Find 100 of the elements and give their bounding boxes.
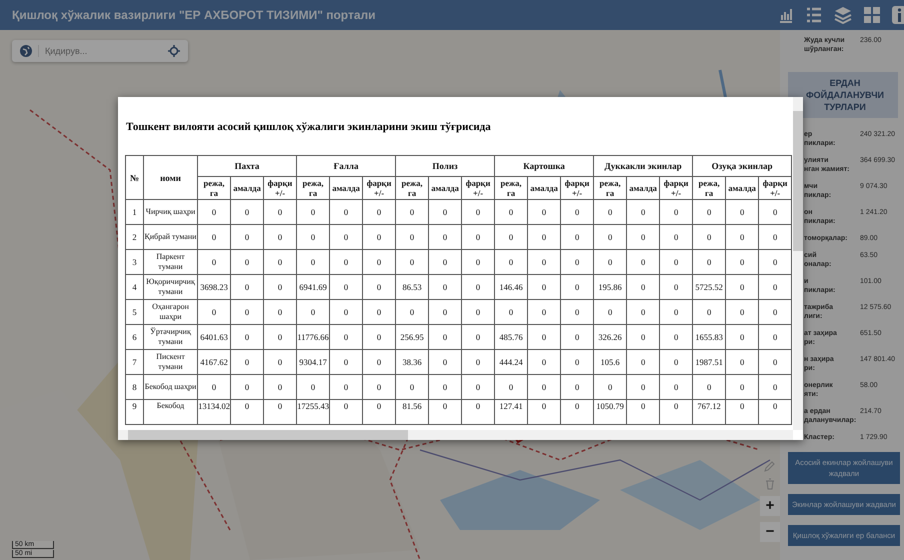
table-cell: 4167.62 <box>198 350 230 374</box>
table-cell: 0 <box>560 274 594 300</box>
table-cell: 0 <box>330 274 363 300</box>
scrollbar[interactable] <box>793 97 803 430</box>
table-cell: 0 <box>494 300 528 324</box>
table-cell: 0 <box>660 274 693 300</box>
table-cell: Пискент тумани <box>144 350 198 374</box>
table-cell: 0 <box>560 300 594 324</box>
table-cell: 0 <box>264 374 297 400</box>
table-cell: 0 <box>296 200 330 224</box>
table-cell: 0 <box>264 200 297 224</box>
table-cell: 0 <box>462 350 495 374</box>
list-icon[interactable] <box>806 6 822 24</box>
column-header: номи <box>144 156 198 200</box>
table-cell: 0 <box>428 374 462 400</box>
column-header: амалда <box>726 176 759 200</box>
table-cell: 0 <box>560 400 594 424</box>
table-cell: 0 <box>264 324 297 350</box>
grid-icon[interactable] <box>864 7 880 23</box>
table-cell: 195.86 <box>594 274 627 300</box>
table-cell: 0 <box>264 224 297 250</box>
table-cell: 0 <box>462 224 495 250</box>
table-cell: 0 <box>528 200 561 224</box>
edit-icon[interactable] <box>764 460 776 472</box>
table-cell: Ўртачирчиқ тумани <box>144 324 198 350</box>
table-cell: Оҳангарон шаҳри <box>144 300 198 324</box>
panel-heading: ЕРДАН ФОЙДАЛАНУВЧИ ТУРЛАРИ <box>788 72 898 118</box>
group-header: Дуккакли экинлар <box>594 156 693 176</box>
group-header: Картошка <box>494 156 594 176</box>
table-cell: 0 <box>264 350 297 374</box>
table-cell: 0 <box>626 250 660 274</box>
table-cell: 0 <box>198 200 230 224</box>
column-header: амалда <box>626 176 660 200</box>
table-cell: 38.36 <box>396 350 429 374</box>
column-header: режа, га <box>594 176 627 200</box>
table-cell: Чирчиқ шаҳри <box>144 200 198 224</box>
table-cell: 0 <box>758 324 792 350</box>
table-cell: 5 <box>126 300 144 324</box>
table-cell: 0 <box>528 400 561 424</box>
globe-icon[interactable] <box>20 45 32 57</box>
table-cell: 0 <box>230 250 264 274</box>
chart-icon[interactable] <box>778 6 794 24</box>
zoom-out-button[interactable]: − <box>760 522 780 542</box>
table-cell: 0 <box>428 274 462 300</box>
table-cell: 6 <box>126 324 144 350</box>
column-header: амалда <box>330 176 363 200</box>
table-cell: 0 <box>330 300 363 324</box>
table-cell: 0 <box>396 374 429 400</box>
table-cell: 6941.69 <box>296 274 330 300</box>
group-header: Ғалла <box>296 156 396 176</box>
table-cell: 0 <box>626 300 660 324</box>
table-cell: 0 <box>660 350 693 374</box>
table-cell: 0 <box>726 274 759 300</box>
table-cell: 1 <box>126 200 144 224</box>
table-cell: 0 <box>528 324 561 350</box>
table-cell: 0 <box>560 200 594 224</box>
table-cell: 0 <box>362 350 396 374</box>
column-header: амалда <box>528 176 561 200</box>
table-cell: 0 <box>428 324 462 350</box>
table-cell: 0 <box>330 200 363 224</box>
table-cell: 0 <box>660 374 693 400</box>
table-cell: 0 <box>560 250 594 274</box>
table-cell: 0 <box>528 300 561 324</box>
scrollbar[interactable] <box>118 430 793 440</box>
column-header: амалда <box>428 176 462 200</box>
table-cell: 0 <box>560 324 594 350</box>
table-cell: 0 <box>330 350 363 374</box>
table-cell: 0 <box>462 200 495 224</box>
layers-icon[interactable] <box>834 6 852 24</box>
search-bar[interactable]: Қидирув... <box>12 40 188 62</box>
table-cell: 0 <box>330 400 363 424</box>
table-cell: 0 <box>692 224 726 250</box>
table-cell: 0 <box>264 250 297 274</box>
table-cell: 0 <box>626 224 660 250</box>
table-cell: 0 <box>462 274 495 300</box>
table-cell: Юқоричирчиқ тумани <box>144 274 198 300</box>
table-cell: 0 <box>198 374 230 400</box>
table-cell: 0 <box>660 324 693 350</box>
column-header: режа, га <box>494 176 528 200</box>
column-header: режа, га <box>296 176 330 200</box>
table-cell: 0 <box>396 200 429 224</box>
table-cell: 0 <box>296 250 330 274</box>
table-cell: 444.24 <box>494 350 528 374</box>
table-cell: 0 <box>330 324 363 350</box>
table-cell: 0 <box>396 250 429 274</box>
table-cell: Паркент тумани <box>144 250 198 274</box>
table-cell: 2 <box>126 224 144 250</box>
group-header: Полиз <box>396 156 495 176</box>
table-cell: 0 <box>264 400 297 424</box>
column-header: фарқи +/- <box>758 176 792 200</box>
zoom-in-button[interactable]: + <box>760 496 780 516</box>
table-cell: 4 <box>126 274 144 300</box>
column-header: фарқи +/- <box>660 176 693 200</box>
table-cell: 146.46 <box>494 274 528 300</box>
table-cell: 127.41 <box>494 400 528 424</box>
info-icon[interactable] <box>892 6 904 24</box>
table-cell: 0 <box>594 224 627 250</box>
table-cell: 0 <box>362 274 396 300</box>
column-header: режа, га <box>692 176 726 200</box>
locate-icon[interactable] <box>168 45 180 57</box>
